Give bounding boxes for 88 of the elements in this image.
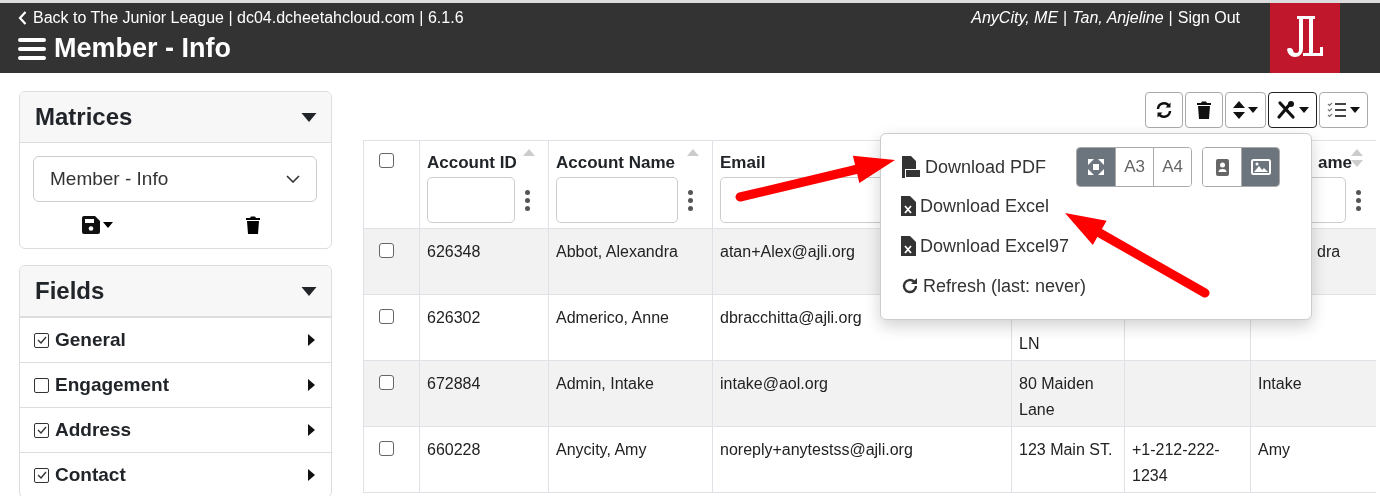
checklist-icon [1327, 102, 1347, 118]
menu-item[interactable]: Download PDF [901, 147, 1047, 187]
caret-icon [103, 222, 114, 228]
table-cell: Admin, Intake [548, 361, 712, 427]
panel-title: Matrices [35, 103, 133, 131]
separator: | [1063, 9, 1068, 28]
checkbox[interactable] [34, 332, 49, 348]
chevron-left-icon [18, 11, 27, 25]
separator: | [1168, 9, 1173, 28]
filter-field[interactable] [427, 177, 515, 223]
kebab-menu-icon[interactable] [525, 189, 530, 211]
caret-right-icon [308, 334, 315, 346]
table-cell: 626348 [419, 229, 548, 295]
toolbar-button[interactable] [1185, 92, 1223, 128]
field-group[interactable]: Engagement [20, 362, 331, 407]
row-checkbox[interactable] [379, 375, 394, 390]
table-cell: Amy [1250, 427, 1376, 493]
trash-icon [1196, 101, 1212, 119]
field-group[interactable]: General [20, 317, 331, 362]
excel-file-icon [901, 196, 916, 216]
sort-icon [1351, 149, 1363, 167]
toolbar-button[interactable] [1225, 92, 1266, 128]
table-cell: 80 Maiden Lane [1011, 361, 1124, 427]
field-group[interactable]: Contact [20, 452, 331, 496]
menu-icon[interactable] [18, 36, 46, 61]
sort-icon [1233, 101, 1245, 119]
table-cell: intake@aol.org [712, 361, 1011, 427]
kebab-menu-icon[interactable] [688, 189, 693, 211]
excel-file-icon [901, 236, 916, 256]
page-size-button[interactable]: A4 [1153, 148, 1192, 186]
toolbar-button[interactable] [1319, 92, 1368, 128]
sign-out-link[interactable]: Sign Out [1177, 9, 1240, 73]
select-all-checkbox[interactable] [379, 153, 394, 168]
table-cell: 660228 [419, 427, 548, 493]
sort-up-icon [687, 149, 699, 156]
field-group[interactable]: Address [20, 407, 331, 452]
trash-icon [245, 216, 262, 234]
page-title: Member - Info [54, 33, 231, 64]
table-cell: 672884 [419, 361, 548, 427]
column-header[interactable]: Account Name [556, 153, 706, 173]
table-cell: noreply+anytestss@ajli.org [712, 427, 1011, 493]
caret-icon [1350, 107, 1360, 113]
field-group-label: Contact [55, 464, 126, 486]
caret-right-icon [308, 469, 315, 481]
field-group-label: Address [55, 419, 132, 441]
tools-icon [1276, 100, 1296, 120]
image-icon [1250, 159, 1271, 175]
column-header[interactable]: Account ID [427, 153, 542, 173]
table-cell: Intake [1250, 361, 1376, 427]
table-cell: Anycity, Amy [548, 427, 712, 493]
logo[interactable] [1270, 3, 1340, 73]
landscape-button[interactable] [1241, 148, 1280, 186]
table-cell: Abbot, Alexandra [548, 229, 712, 295]
checkbox[interactable] [34, 467, 49, 483]
row-checkbox[interactable] [379, 441, 394, 456]
panel-title: Fields [35, 277, 105, 305]
collapse-caret-icon [301, 286, 317, 296]
field-group-label: General [55, 329, 126, 351]
field-group-label: Engagement [55, 374, 170, 396]
caret-icon [1299, 107, 1309, 113]
kebab-menu-icon[interactable] [1356, 189, 1361, 211]
save-icon [82, 216, 101, 234]
caret-right-icon [308, 379, 315, 391]
collapse-caret-icon [301, 112, 317, 122]
checkbox[interactable] [34, 422, 49, 438]
header-link[interactable]: AnyCity, ME [971, 9, 1059, 73]
chevron-down-icon [286, 175, 300, 183]
filter-field[interactable] [556, 177, 678, 223]
table-cell: +1-212-222-1234 [1124, 427, 1250, 493]
table-cell: 123 Main ST. [1011, 427, 1124, 493]
checkbox[interactable] [34, 377, 49, 393]
refresh-icon [1155, 101, 1173, 119]
fit-page-button[interactable] [1077, 148, 1116, 186]
pdf-file-icon [901, 156, 921, 178]
row-checkbox[interactable] [379, 309, 394, 324]
expand-icon [1088, 159, 1105, 175]
back-link[interactable]: Back to The Junior League | dc04.dcheetahcloud.com | 6.1.6 [33, 9, 464, 27]
matrix-select[interactable]: Member - Info [33, 156, 317, 202]
toolbar-button[interactable] [1268, 92, 1317, 128]
toolbar-button[interactable] [1145, 92, 1183, 128]
row-checkbox[interactable] [379, 243, 394, 258]
header-link[interactable]: Tan, Anjeline [1072, 9, 1164, 73]
sort-up-icon [523, 149, 535, 156]
portrait-icon [1215, 158, 1229, 176]
caret-right-icon [308, 424, 315, 436]
menu-item[interactable]: Download Excel [901, 186, 1311, 226]
caret-icon [1248, 107, 1258, 113]
refresh-icon [901, 277, 919, 295]
